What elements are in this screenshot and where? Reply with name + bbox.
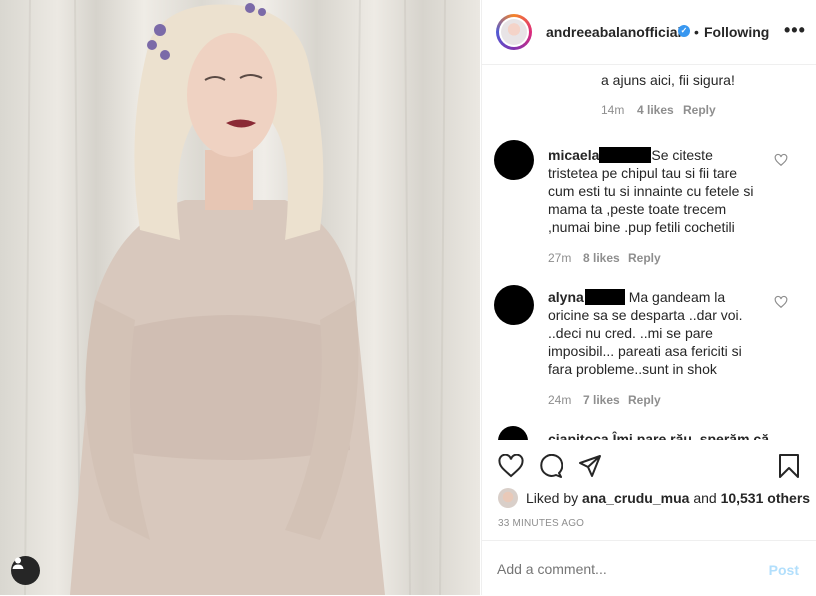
comment-likes[interactable]: 7 likes [583, 393, 620, 407]
comment-line: ,numai bine .pup fetili cochetili [548, 219, 735, 235]
comment-likes[interactable]: 8 likes [583, 251, 620, 265]
comment-avatar[interactable] [494, 140, 534, 180]
comment-heart-icon[interactable] [774, 295, 788, 309]
post-timestamp[interactable]: 33 MINUTES AGO [498, 518, 584, 529]
heart-icon[interactable] [498, 454, 524, 478]
reply-button[interactable]: Reply [628, 393, 661, 407]
liked-by-prefix: Liked by [526, 490, 579, 506]
comment-line: Ma gandeam la [628, 289, 726, 305]
photo-illustration [24, 0, 446, 595]
comment-line: ..deci nu cred. ..mi se pare [548, 325, 713, 341]
reply-button[interactable]: Reply [683, 103, 716, 117]
comment-username[interactable]: alyna [548, 289, 584, 305]
action-bar [482, 440, 816, 490]
comment-line: tristetea pe chipul tau si fii tare [548, 165, 738, 181]
post-header: andreeabalanofficial ✓ • Following ••• [482, 0, 816, 65]
comment-line: mama ta ,peste toate trecem [548, 201, 727, 217]
comment-text-block: micaela Se citeste tristetea pe chipul ta… [548, 146, 788, 236]
comment-heart-icon[interactable] [774, 153, 788, 167]
likes-summary: Liked by ana_crudu_mua and 10,531 others [498, 488, 810, 508]
comment-avatar[interactable] [494, 285, 534, 325]
person-icon [12, 557, 24, 569]
liker-username[interactable]: ana_crudu_mua [582, 490, 689, 506]
comment-text: a ajuns aici, fii sigura! [601, 72, 735, 88]
reply-button[interactable]: Reply [628, 251, 661, 265]
redaction-bar [584, 289, 625, 305]
share-icon[interactable] [578, 454, 602, 478]
comment-box: Post [482, 540, 816, 596]
comment-text: ciapitoca Îmi pare rău, sperăm că [548, 431, 769, 440]
profile-avatar[interactable] [496, 14, 532, 50]
comment-age: 14m [601, 103, 625, 117]
comment-line: cum esti tu si innainte cu fetele si [548, 183, 754, 199]
redaction-bar [599, 147, 652, 163]
comment-line: Se citeste [651, 147, 713, 163]
comment-likes[interactable]: 4 likes [637, 103, 674, 117]
post-sidebar: andreeabalanofficial ✓ • Following ••• a… [481, 0, 816, 595]
comment-text-block: alyna Ma gandeam la oricine sa se despar… [548, 288, 788, 378]
bookmark-icon[interactable] [778, 453, 800, 479]
comment-username[interactable]: micaela [548, 147, 599, 163]
liker-avatar[interactable] [498, 488, 518, 508]
liked-by-and: and [693, 490, 717, 506]
profile-username[interactable]: andreeabalanofficial [546, 24, 681, 40]
comment-input[interactable] [497, 561, 727, 577]
post-photo[interactable] [0, 0, 480, 595]
comment-line: oricine sa se desparta ..dar voi. [548, 307, 743, 323]
post-button[interactable]: Post [769, 562, 799, 578]
header-separator: • [694, 24, 699, 40]
user-tag-icon[interactable] [11, 556, 40, 585]
likes-count[interactable]: 10,531 others [721, 490, 811, 506]
comment-avatar[interactable] [498, 426, 528, 440]
comment-age: 27m [548, 251, 572, 265]
comment-line: fara probleme..sunt in shok [548, 361, 717, 377]
comment-line: imposibil... pareati asa fericiti si [548, 343, 742, 359]
comment-icon[interactable] [537, 454, 563, 478]
comments-list[interactable]: a ajuns aici, fii sigura! 14m 4 likes Re… [482, 65, 816, 440]
comment-age: 24m [548, 393, 572, 407]
following-button[interactable]: Following [704, 24, 769, 40]
verified-icon: ✓ [678, 25, 690, 37]
more-options-button[interactable]: ••• [784, 20, 806, 41]
